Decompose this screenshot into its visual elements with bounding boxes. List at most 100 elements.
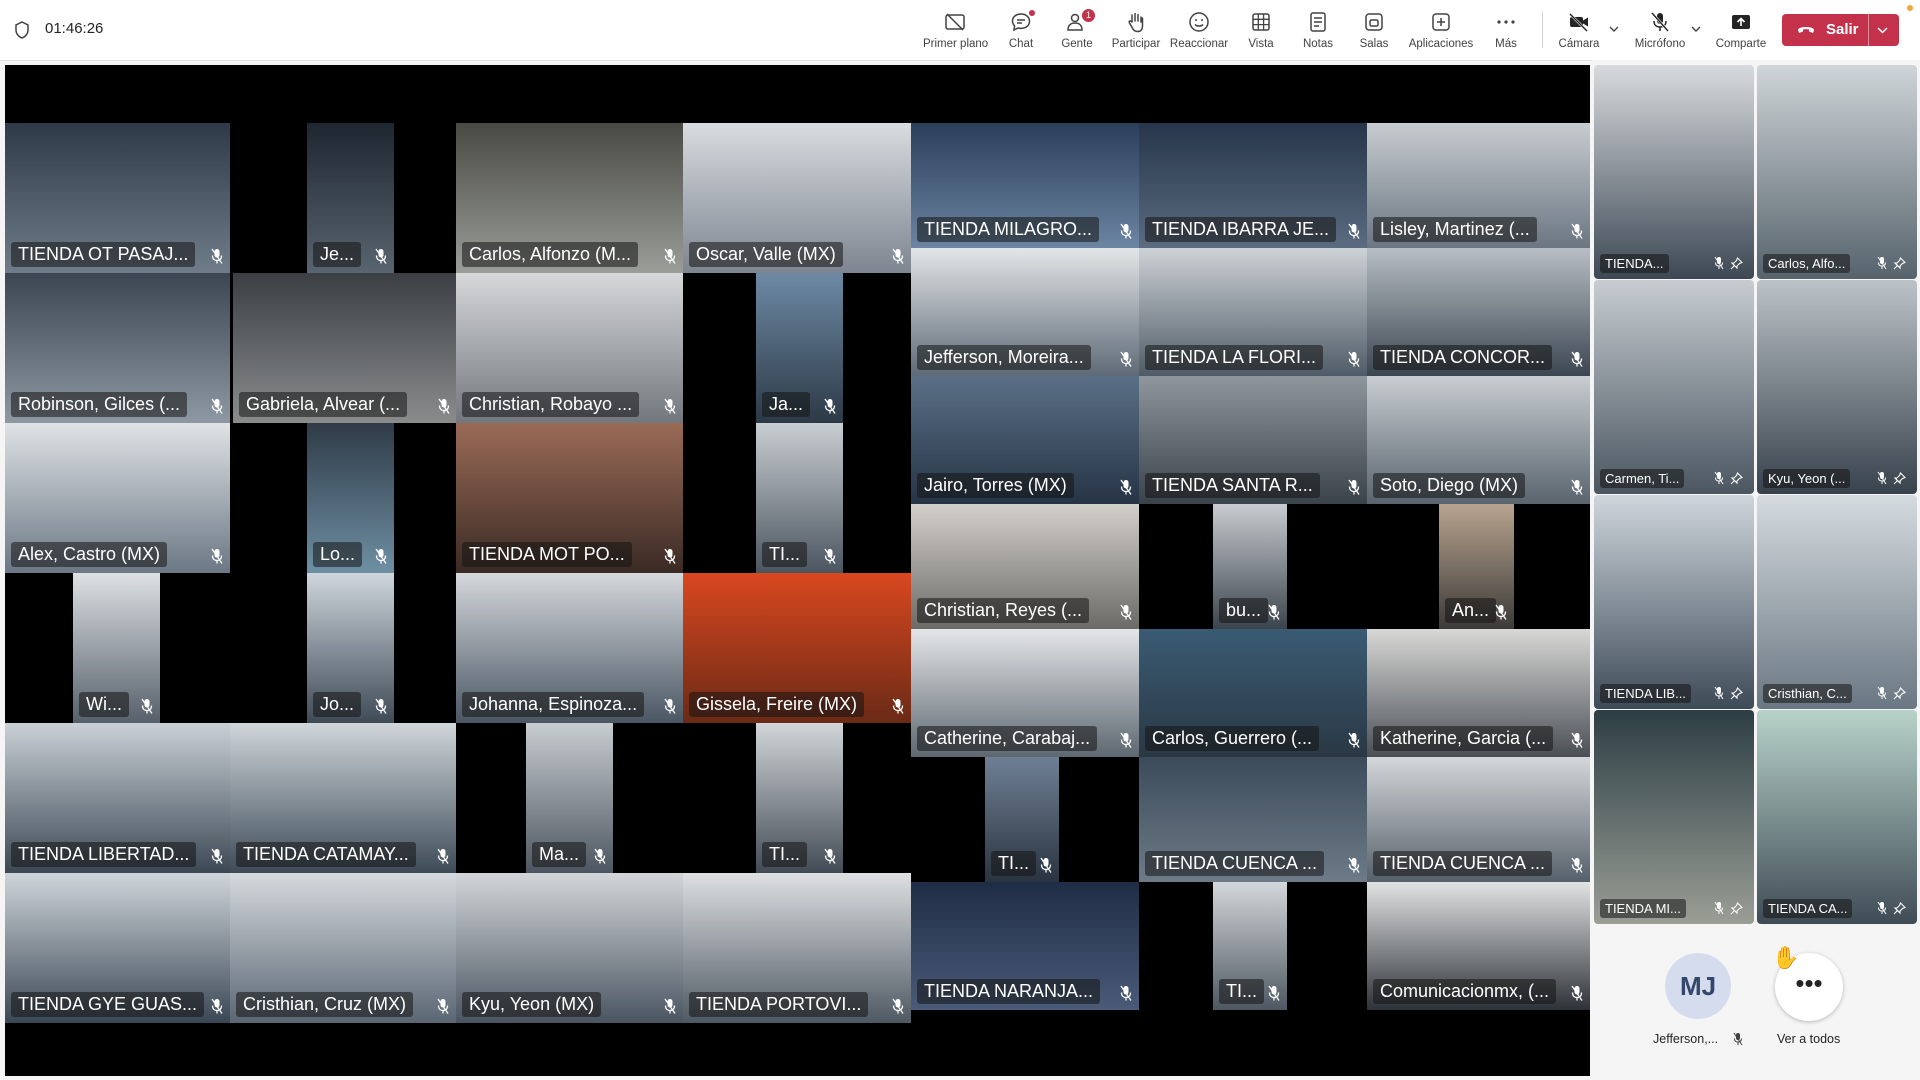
video-tile[interactable]: Lo... (307, 423, 394, 573)
microphone-off-icon (824, 398, 836, 414)
video-stage: TIENDA OT PASAJ... Je... Carlos, Alfonzo (… (5, 65, 1590, 1076)
video-tile[interactable]: Ja... (756, 273, 843, 423)
participant-name: Jairo, Torres (MX) (917, 473, 1074, 498)
microphone-off-icon (1571, 479, 1583, 495)
pin-icon[interactable] (1893, 472, 1906, 485)
sidebar-video-tile[interactable]: TIENDA LIB... (1594, 495, 1754, 709)
video-tile[interactable]: TI... (756, 723, 843, 873)
participant-name: bu... (1219, 598, 1269, 623)
leave-options-chevron-icon[interactable] (1876, 24, 1889, 36)
video-tile[interactable]: Carlos, Guerrero (... (1139, 629, 1367, 757)
microphone-off-icon (375, 248, 387, 264)
video-tile[interactable]: Ma... (526, 723, 613, 873)
pin-icon[interactable] (1730, 257, 1743, 270)
raise-hand-button[interactable]: Participar (1104, 8, 1168, 54)
video-tile[interactable]: Gissela, Freire (MX) (683, 573, 911, 723)
video-tile[interactable]: Jairo, Torres (MX) (911, 376, 1139, 504)
video-tile[interactable]: Jo... (307, 573, 394, 723)
participant-name: Soto, Diego (MX) (1373, 473, 1526, 498)
sidebar-video-tile[interactable]: Kyu, Yeon (... (1757, 280, 1917, 494)
more-button[interactable]: Más (1474, 8, 1538, 54)
rooms-button[interactable]: Salas (1342, 8, 1406, 54)
video-tile[interactable]: Alex, Castro (MX) (5, 423, 230, 573)
video-tile[interactable]: TIENDA CATAMAY... (230, 723, 456, 873)
video-tile[interactable]: TIENDA CONCOR... (1367, 248, 1590, 376)
video-tile[interactable]: TIENDA MILAGRO... (911, 123, 1139, 248)
microphone-off-icon (211, 998, 223, 1014)
avatar[interactable]: MJ (1665, 953, 1731, 1019)
video-tile[interactable]: An... (1439, 504, 1514, 629)
video-tile[interactable]: Carlos, Alfonzo (M... (456, 123, 683, 273)
pin-icon[interactable] (1893, 902, 1906, 915)
video-tile[interactable]: Johanna, Espinoza... (456, 573, 683, 723)
video-tile[interactable]: bu... (1213, 504, 1287, 629)
video-tile[interactable]: TIENDA CUENCA ... (1139, 757, 1367, 882)
apps-button[interactable]: Aplicaciones (1408, 8, 1474, 54)
leave-button[interactable]: Salir (1782, 14, 1899, 46)
video-tile[interactable]: TIENDA LIBERTAD... (5, 723, 230, 873)
video-tile[interactable]: Je... (307, 123, 394, 273)
video-tile[interactable]: TI... (985, 757, 1059, 882)
pin-icon[interactable] (1893, 257, 1906, 270)
more-icon (1497, 20, 1515, 24)
video-tile[interactable]: TI... (756, 423, 843, 573)
camera-options-chevron-icon[interactable] (1608, 23, 1620, 35)
pin-icon[interactable] (1730, 472, 1743, 485)
microphone-off-icon (1714, 256, 1724, 270)
video-tile[interactable]: TIENDA MOT PO... (456, 423, 683, 573)
video-tile[interactable]: TIENDA SANTA R... (1139, 376, 1367, 504)
video-tile[interactable]: TIENDA LA FLORI... (1139, 248, 1367, 376)
video-tile[interactable]: TIENDA OT PASAJ... (5, 123, 230, 273)
participant-name: An... (1445, 598, 1497, 623)
microphone-off-icon (438, 398, 450, 414)
video-tile[interactable]: Jefferson, Moreira... (911, 248, 1139, 376)
sidebar-video-tile[interactable]: TIENDA CA... (1757, 710, 1917, 924)
pin-icon[interactable] (1730, 902, 1743, 915)
participant-name: Oscar, Valle (MX) (689, 242, 843, 267)
video-tile[interactable]: Oscar, Valle (MX) (683, 123, 911, 273)
video-tile[interactable]: Catherine, Carabaj... (911, 629, 1139, 757)
video-tile[interactable]: Gabriela, Alvear (... (233, 273, 457, 423)
microphone-label: Micrófono (1634, 38, 1686, 50)
video-tile[interactable]: TIENDA PORTOVI... (683, 873, 911, 1023)
video-tile[interactable]: Katherine, Garcia (... (1367, 629, 1590, 757)
notes-button[interactable]: Notas (1286, 8, 1350, 54)
video-tile[interactable]: Soto, Diego (MX) (1367, 376, 1590, 504)
video-tile[interactable]: TIENDA NARANJA... (911, 882, 1139, 1010)
chat-button[interactable]: Chat (989, 8, 1053, 54)
apps-label: Aplicaciones (1408, 38, 1474, 50)
video-tile[interactable]: TIENDA GYE GUAS... (5, 873, 230, 1023)
pin-icon[interactable] (1730, 687, 1743, 700)
video-tile[interactable]: Lisley, Martinez (... (1367, 123, 1590, 248)
microphone-options-chevron-icon[interactable] (1690, 23, 1702, 35)
camera-button[interactable]: Cámara (1547, 8, 1611, 54)
microphone-off-icon (1040, 857, 1052, 873)
video-tile[interactable]: TIENDA CUENCA ... (1367, 757, 1590, 882)
video-tile[interactable]: Wi... (73, 573, 160, 723)
video-tile[interactable]: Comunicacionmx, (... (1367, 882, 1590, 1010)
people-button[interactable]: 1 Gente (1045, 8, 1109, 54)
apps-icon (1432, 13, 1450, 31)
video-tile[interactable]: Robinson, Gilces (... (5, 273, 230, 423)
view-button[interactable]: Vista (1229, 8, 1293, 54)
spotlight-button[interactable]: Primer plano (923, 8, 988, 54)
react-button[interactable]: Reaccionar (1167, 8, 1231, 54)
sidebar-video-tile[interactable]: Carlos, Alfo... (1757, 65, 1917, 279)
microphone-button[interactable]: Micrófono (1627, 8, 1693, 54)
participant-name: Cristhian, C... (1763, 684, 1852, 703)
sidebar-video-tile[interactable]: Cristhian, C... (1757, 495, 1917, 709)
video-tile[interactable]: Christian, Reyes (... (911, 504, 1139, 629)
microphone-off-icon (664, 248, 676, 264)
video-tile[interactable]: Cristhian, Cruz (MX) (230, 873, 456, 1023)
video-tile[interactable]: TI... (1213, 882, 1287, 1010)
sidebar-video-tile[interactable]: TIENDA MI... (1594, 710, 1754, 924)
video-tile[interactable]: Christian, Robayo ... (456, 273, 683, 423)
sidebar-video-tile[interactable]: TIENDA... (1594, 65, 1754, 279)
participant-name: TIENDA CONCOR... (1373, 345, 1553, 370)
participant-name: TIENDA SANTA R... (1145, 473, 1320, 498)
video-tile[interactable]: Kyu, Yeon (MX) (456, 873, 683, 1023)
pin-icon[interactable] (1893, 687, 1906, 700)
sidebar-video-tile[interactable]: Carmen, Ti... (1594, 280, 1754, 494)
share-button[interactable]: Comparte (1708, 8, 1774, 54)
video-tile[interactable]: TIENDA IBARRA JE... (1139, 123, 1367, 248)
